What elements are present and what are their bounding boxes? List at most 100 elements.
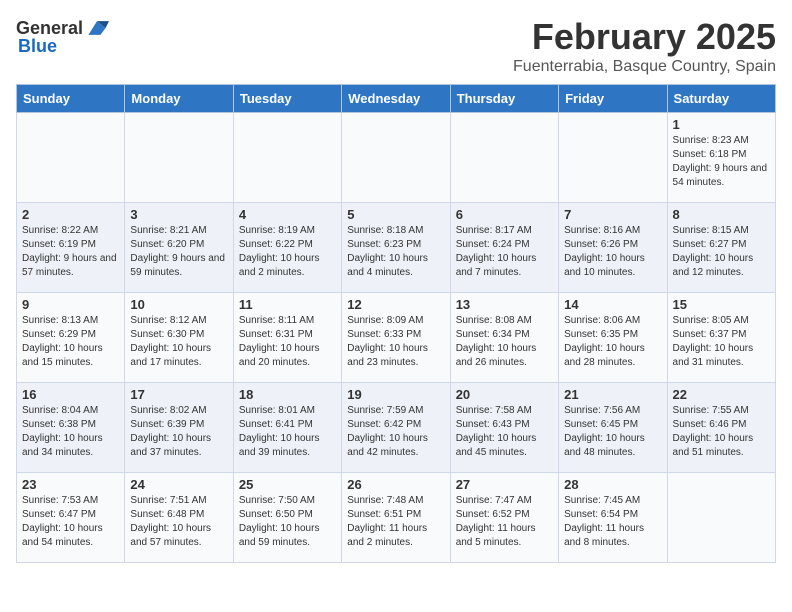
day-info: Sunrise: 8:12 AM Sunset: 6:30 PM Dayligh…	[130, 314, 227, 370]
day-number: 11	[239, 297, 336, 312]
calendar-cell	[342, 113, 450, 203]
day-info: Sunrise: 8:06 AM Sunset: 6:35 PM Dayligh…	[564, 314, 661, 370]
calendar-cell: 22 Sunrise: 7:55 AM Sunset: 6:46 PM Dayli…	[667, 383, 775, 473]
day-info: Sunrise: 8:18 AM Sunset: 6:23 PM Dayligh…	[347, 224, 444, 280]
calendar-cell: 3Sunrise: 8:21 AM Sunset: 6:20 PM Daylig…	[125, 203, 233, 293]
day-number: 5	[347, 207, 444, 222]
day-number: 19	[347, 387, 444, 402]
calendar-cell: 27 Sunrise: 7:47 AM Sunset: 6:52 PM Dayli…	[450, 473, 558, 563]
header-sunday: Sunday	[17, 85, 125, 113]
calendar-cell: 14 Sunrise: 8:06 AM Sunset: 6:35 PM Dayli…	[559, 293, 667, 383]
header-tuesday: Tuesday	[233, 85, 341, 113]
day-number: 27	[456, 477, 553, 492]
day-info: Sunrise: 8:17 AM Sunset: 6:24 PM Dayligh…	[456, 224, 553, 280]
day-info: Sunrise: 8:09 AM Sunset: 6:33 PM Dayligh…	[347, 314, 444, 370]
header-friday: Friday	[559, 85, 667, 113]
day-info: Sunrise: 8:05 AM Sunset: 6:37 PM Dayligh…	[673, 314, 770, 370]
day-number: 25	[239, 477, 336, 492]
day-info: Sunrise: 7:59 AM Sunset: 6:42 PM Dayligh…	[347, 404, 444, 460]
day-info: Sunrise: 7:51 AM Sunset: 6:48 PM Dayligh…	[130, 494, 227, 550]
calendar-cell	[667, 473, 775, 563]
header-thursday: Thursday	[450, 85, 558, 113]
day-number: 1	[673, 117, 770, 132]
calendar-cell: 16Sunrise: 8:04 AM Sunset: 6:38 PM Dayli…	[17, 383, 125, 473]
calendar-cell: 7 Sunrise: 8:16 AM Sunset: 6:26 PM Daylig…	[559, 203, 667, 293]
day-number: 20	[456, 387, 553, 402]
day-number: 26	[347, 477, 444, 492]
day-number: 22	[673, 387, 770, 402]
day-info: Sunrise: 8:23 AM Sunset: 6:18 PM Dayligh…	[673, 134, 770, 190]
day-info: Sunrise: 7:47 AM Sunset: 6:52 PM Dayligh…	[456, 494, 553, 550]
calendar-cell: 1 Sunrise: 8:23 AM Sunset: 6:18 PM Daylig…	[667, 113, 775, 203]
day-info: Sunrise: 7:53 AM Sunset: 6:47 PM Dayligh…	[22, 494, 119, 550]
calendar-cell	[559, 113, 667, 203]
calendar-cell: 23 Sunrise: 7:53 AM Sunset: 6:47 PM Dayli…	[17, 473, 125, 563]
day-number: 24	[130, 477, 227, 492]
calendar-cell: 25Sunrise: 7:50 AM Sunset: 6:50 PM Dayli…	[233, 473, 341, 563]
day-number: 17	[130, 387, 227, 402]
day-number: 4	[239, 207, 336, 222]
calendar-week-3: 16Sunrise: 8:04 AM Sunset: 6:38 PM Dayli…	[17, 383, 776, 473]
calendar-cell: 5 Sunrise: 8:18 AM Sunset: 6:23 PM Daylig…	[342, 203, 450, 293]
calendar-week-2: 9Sunrise: 8:13 AM Sunset: 6:29 PM Daylig…	[17, 293, 776, 383]
day-number: 18	[239, 387, 336, 402]
day-info: Sunrise: 8:01 AM Sunset: 6:41 PM Dayligh…	[239, 404, 336, 460]
calendar-cell: 24 Sunrise: 7:51 AM Sunset: 6:48 PM Dayli…	[125, 473, 233, 563]
title-block: February 2025 Fuenterrabia, Basque Count…	[513, 16, 776, 76]
calendar-cell: 26 Sunrise: 7:48 AM Sunset: 6:51 PM Dayli…	[342, 473, 450, 563]
day-number: 10	[130, 297, 227, 312]
day-info: Sunrise: 7:56 AM Sunset: 6:45 PM Dayligh…	[564, 404, 661, 460]
calendar-cell: 9Sunrise: 8:13 AM Sunset: 6:29 PM Daylig…	[17, 293, 125, 383]
calendar-cell: 13 Sunrise: 8:08 AM Sunset: 6:34 PM Dayli…	[450, 293, 558, 383]
calendar-cell: 6 Sunrise: 8:17 AM Sunset: 6:24 PM Daylig…	[450, 203, 558, 293]
calendar-cell	[233, 113, 341, 203]
header-wednesday: Wednesday	[342, 85, 450, 113]
day-number: 15	[673, 297, 770, 312]
calendar-cell: 12 Sunrise: 8:09 AM Sunset: 6:33 PM Dayli…	[342, 293, 450, 383]
calendar-week-4: 23 Sunrise: 7:53 AM Sunset: 6:47 PM Dayli…	[17, 473, 776, 563]
calendar-cell: 10 Sunrise: 8:12 AM Sunset: 6:30 PM Dayli…	[125, 293, 233, 383]
day-info: Sunrise: 7:55 AM Sunset: 6:46 PM Dayligh…	[673, 404, 770, 460]
day-number: 9	[22, 297, 119, 312]
logo-blue: Blue	[18, 36, 57, 57]
calendar-week-1: 2Sunrise: 8:22 AM Sunset: 6:19 PM Daylig…	[17, 203, 776, 293]
day-number: 16	[22, 387, 119, 402]
day-number: 12	[347, 297, 444, 312]
day-info: Sunrise: 8:16 AM Sunset: 6:26 PM Dayligh…	[564, 224, 661, 280]
calendar-cell: 2Sunrise: 8:22 AM Sunset: 6:19 PM Daylig…	[17, 203, 125, 293]
day-info: Sunrise: 7:45 AM Sunset: 6:54 PM Dayligh…	[564, 494, 661, 550]
page-subtitle: Fuenterrabia, Basque Country, Spain	[513, 58, 776, 76]
day-info: Sunrise: 8:19 AM Sunset: 6:22 PM Dayligh…	[239, 224, 336, 280]
day-number: 14	[564, 297, 661, 312]
day-number: 21	[564, 387, 661, 402]
logo: General Blue	[16, 16, 109, 57]
calendar-cell: 17Sunrise: 8:02 AM Sunset: 6:39 PM Dayli…	[125, 383, 233, 473]
header-monday: Monday	[125, 85, 233, 113]
calendar-cell: 8 Sunrise: 8:15 AM Sunset: 6:27 PM Daylig…	[667, 203, 775, 293]
calendar-week-0: 1 Sunrise: 8:23 AM Sunset: 6:18 PM Daylig…	[17, 113, 776, 203]
calendar-cell: 28Sunrise: 7:45 AM Sunset: 6:54 PM Dayli…	[559, 473, 667, 563]
day-info: Sunrise: 7:58 AM Sunset: 6:43 PM Dayligh…	[456, 404, 553, 460]
calendar-cell: 15 Sunrise: 8:05 AM Sunset: 6:37 PM Dayli…	[667, 293, 775, 383]
page-title: February 2025	[513, 16, 776, 58]
day-info: Sunrise: 8:15 AM Sunset: 6:27 PM Dayligh…	[673, 224, 770, 280]
calendar-cell	[17, 113, 125, 203]
day-number: 13	[456, 297, 553, 312]
page-header: General Blue February 2025 Fuenterrabia,…	[16, 16, 776, 76]
day-info: Sunrise: 7:48 AM Sunset: 6:51 PM Dayligh…	[347, 494, 444, 550]
day-number: 8	[673, 207, 770, 222]
calendar-cell: 19 Sunrise: 7:59 AM Sunset: 6:42 PM Dayli…	[342, 383, 450, 473]
day-number: 23	[22, 477, 119, 492]
day-number: 6	[456, 207, 553, 222]
day-info: Sunrise: 8:08 AM Sunset: 6:34 PM Dayligh…	[456, 314, 553, 370]
calendar-header-row: SundayMondayTuesdayWednesdayThursdayFrid…	[17, 85, 776, 113]
day-info: Sunrise: 8:11 AM Sunset: 6:31 PM Dayligh…	[239, 314, 336, 370]
calendar-cell: 4 Sunrise: 8:19 AM Sunset: 6:22 PM Daylig…	[233, 203, 341, 293]
calendar-cell	[125, 113, 233, 203]
day-info: Sunrise: 8:22 AM Sunset: 6:19 PM Dayligh…	[22, 224, 119, 280]
calendar-cell: 18 Sunrise: 8:01 AM Sunset: 6:41 PM Dayli…	[233, 383, 341, 473]
day-number: 7	[564, 207, 661, 222]
logo-icon	[85, 16, 109, 40]
calendar-cell	[450, 113, 558, 203]
day-number: 3	[130, 207, 227, 222]
